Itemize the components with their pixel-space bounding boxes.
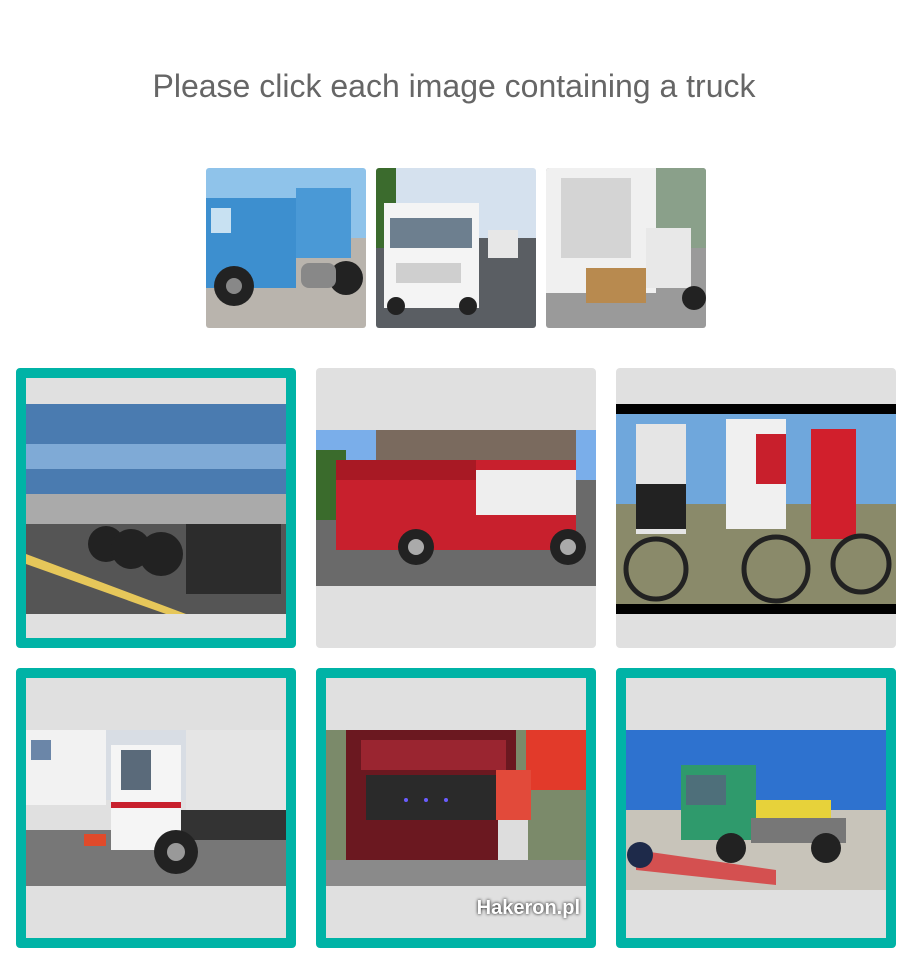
- grid-tile-3[interactable]: [616, 368, 896, 648]
- grid-tile-6[interactable]: [616, 668, 896, 948]
- grid-tile-5[interactable]: Hakeron.pl: [316, 668, 596, 948]
- tile-image-1: [26, 404, 286, 614]
- grid-tile-1[interactable]: [16, 368, 296, 648]
- tile-image-2: [316, 430, 596, 586]
- example-image-3: [546, 168, 706, 328]
- example-images: [206, 168, 706, 328]
- tile-image-4: [26, 730, 286, 886]
- watermark-text: Hakeron.pl: [476, 897, 580, 919]
- grid-tile-2[interactable]: [316, 368, 596, 648]
- grid-tile-4[interactable]: [16, 668, 296, 948]
- tile-image-6: [626, 730, 886, 890]
- example-image-2: [376, 168, 536, 328]
- captcha-prompt: Please click each image containing a tru…: [152, 68, 756, 104]
- tile-image-3: [616, 404, 896, 614]
- tile-image-5: [326, 730, 586, 886]
- example-image-1: [206, 168, 366, 328]
